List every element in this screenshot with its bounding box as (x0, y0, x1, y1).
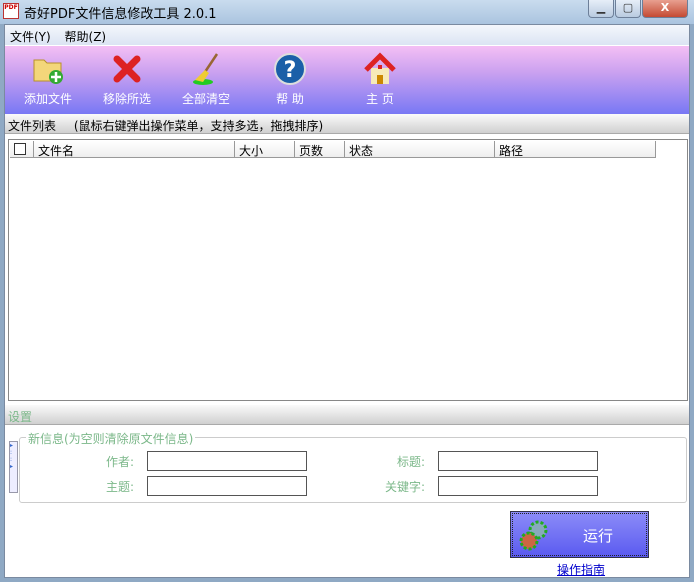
main-window: 文件(Y) 帮助(Z) 添加文件 移除所选 全部清空 ? 帮 助 主 页 文件列… (4, 24, 690, 578)
minimize-button[interactable]: ▁ (588, 0, 614, 18)
gears-icon (519, 520, 548, 551)
run-label: 运行 (583, 527, 614, 545)
clear-all-label: 全部清空 (181, 92, 230, 106)
maximize-button[interactable]: ▢ (615, 0, 641, 18)
column-path[interactable]: 路径 (495, 141, 656, 158)
group-title: 新信息(为空则清除原文件信息) (26, 430, 196, 447)
new-info-group: 新信息(为空则清除原文件信息) 作者: 标题: 主题: 关键字: (19, 430, 687, 503)
subject-input[interactable] (147, 476, 307, 496)
home-icon (363, 52, 397, 86)
select-all-checkbox[interactable] (14, 143, 26, 155)
home-button[interactable]: 主 页 (345, 52, 415, 107)
file-list-hint: (鼠标右键弹出操作菜单，支持多选，拖拽排序) (73, 119, 324, 133)
guide-link[interactable]: 操作指南 (557, 561, 605, 578)
column-size[interactable]: 大小 (235, 141, 295, 158)
file-list-title: 文件列表 (8, 119, 57, 133)
title-bar: PDF 奇好PDF文件信息修改工具 2.0.1 ▁ ▢ X (0, 0, 694, 24)
menu-bar: 文件(Y) 帮助(Z) (5, 25, 689, 45)
app-icon: PDF (3, 3, 19, 19)
run-button[interactable]: 运行 (510, 511, 649, 558)
close-button[interactable]: X (642, 0, 688, 18)
column-status[interactable]: 状态 (345, 141, 495, 158)
clear-all-button[interactable]: 全部清空 (171, 52, 241, 107)
column-pages[interactable]: 页数 (295, 141, 345, 158)
menu-file[interactable]: 文件(Y) (5, 25, 56, 45)
remove-selected-label: 移除所选 (102, 92, 151, 106)
red-x-icon (110, 52, 144, 86)
add-folder-icon (31, 52, 65, 86)
settings-title: 设置 (8, 410, 33, 424)
keywords-input[interactable] (438, 476, 598, 496)
window-title: 奇好PDF文件信息修改工具 2.0.1 (24, 7, 217, 22)
toolbar: 添加文件 移除所选 全部清空 ? 帮 助 主 页 (5, 46, 689, 114)
svg-text:?: ? (284, 58, 297, 83)
table-header: 文件名 大小 页数 状态 路径 (10, 141, 656, 158)
column-filename[interactable]: 文件名 (34, 141, 235, 158)
broom-icon (189, 52, 223, 86)
help-label: 帮 助 (276, 92, 304, 106)
collapse-handle[interactable]: ▸:: ▸ (9, 441, 18, 493)
home-label: 主 页 (366, 92, 394, 106)
menu-help[interactable]: 帮助(Z) (60, 25, 112, 45)
title-label: 标题: (396, 455, 425, 469)
add-file-label: 添加文件 (23, 92, 72, 106)
author-label: 作者: (105, 455, 134, 469)
select-all-column (10, 141, 34, 158)
file-table[interactable]: 文件名 大小 页数 状态 路径 (8, 139, 688, 401)
title-input[interactable] (438, 451, 598, 471)
add-file-button[interactable]: 添加文件 (13, 52, 83, 107)
settings-header: 设置 (5, 405, 689, 425)
file-list-header: 文件列表 (鼠标右键弹出操作菜单，支持多选，拖拽排序) (5, 114, 689, 134)
subject-label: 主题: (105, 480, 134, 494)
help-icon: ? (273, 52, 307, 86)
remove-selected-button[interactable]: 移除所选 (92, 52, 162, 107)
keywords-label: 关键字: (384, 480, 425, 494)
author-input[interactable] (147, 451, 307, 471)
help-button[interactable]: ? 帮 助 (255, 52, 325, 107)
